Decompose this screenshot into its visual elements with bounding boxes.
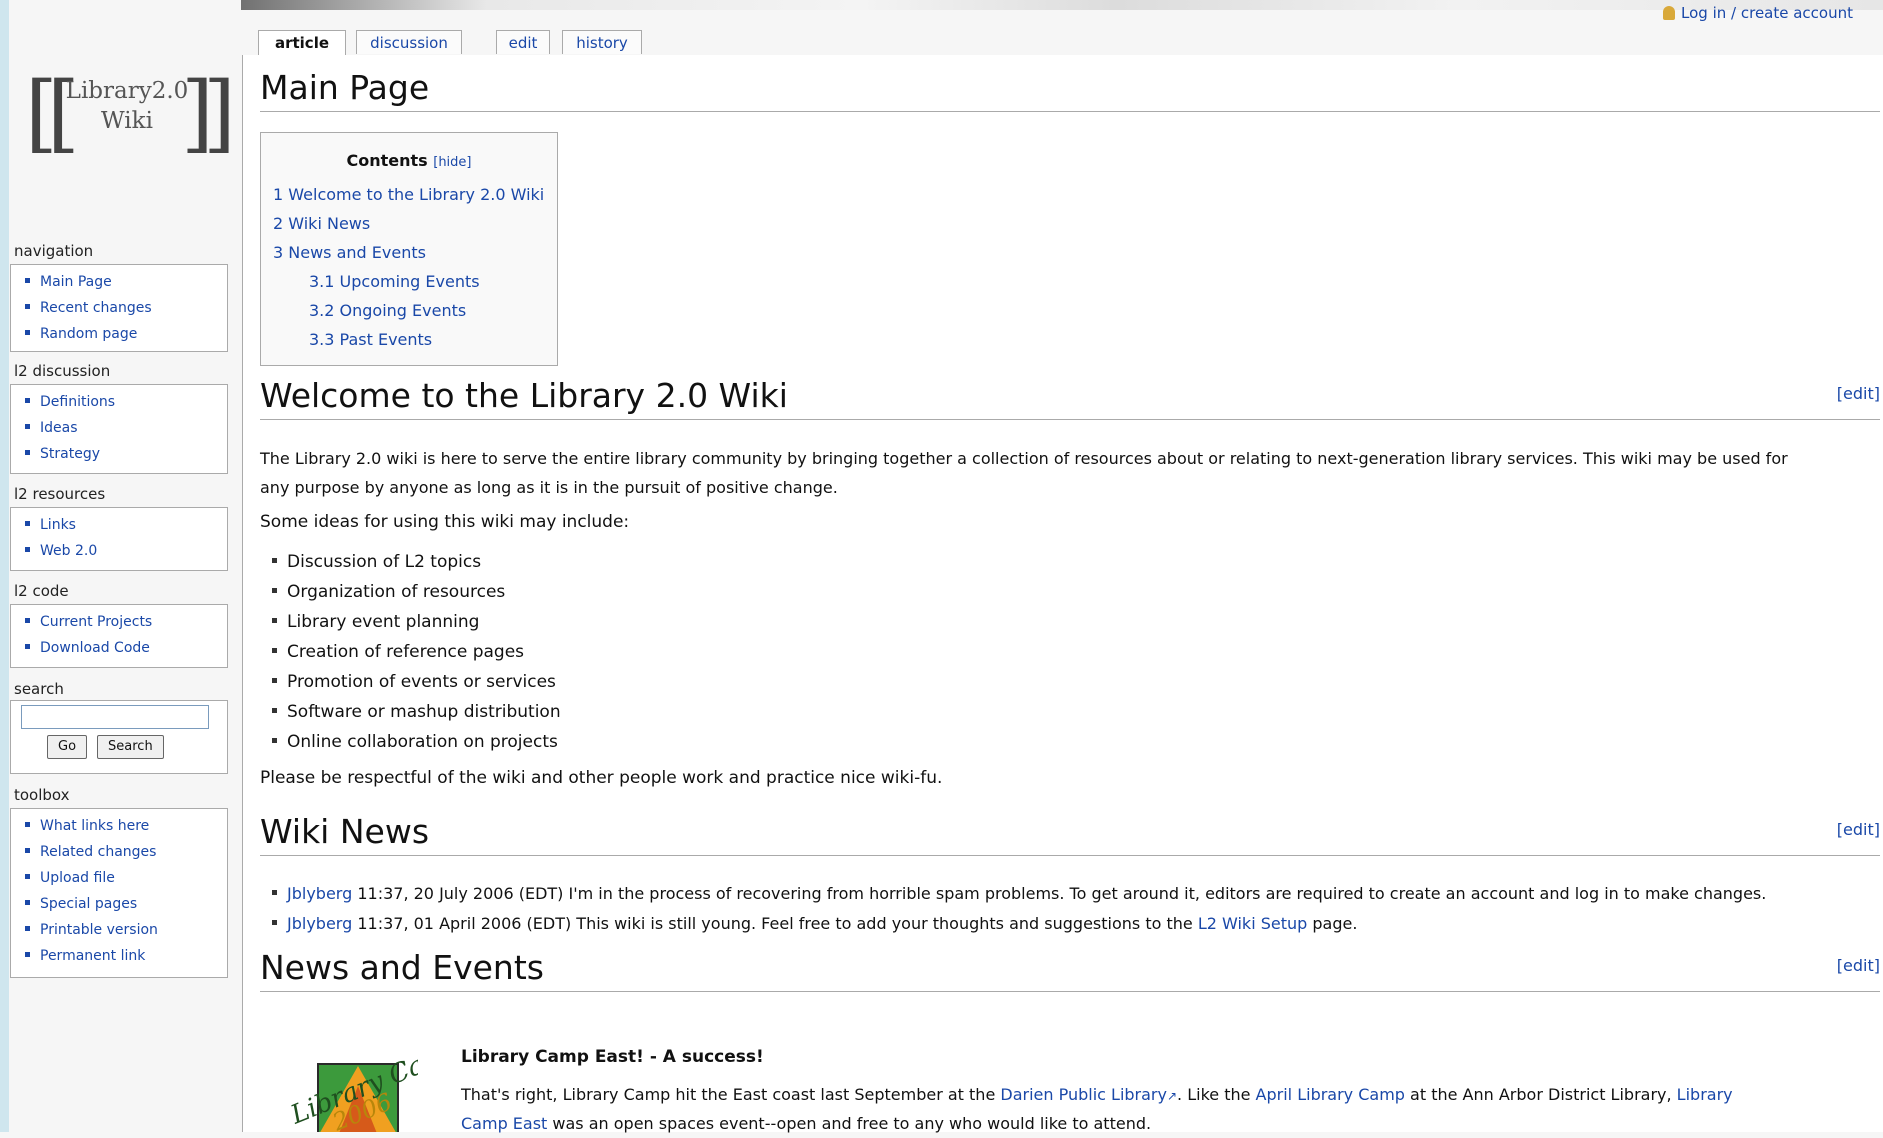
logo-line1: Library2.0: [66, 78, 189, 104]
portlet-title-navigation: navigation: [14, 242, 94, 260]
portlet-l2-resources: Links Web 2.0: [10, 507, 228, 571]
list-item: Promotion of events or services: [272, 667, 561, 697]
news-item: Jblyberg 11:37, 01 April 2006 (EDT) This…: [272, 909, 1872, 939]
edit-section-link[interactable]: [edit]: [1837, 956, 1880, 975]
camp-title: Library Camp East! - A success!: [461, 1047, 764, 1067]
list-item: Organization of resources: [272, 577, 561, 607]
toc-item[interactable]: 1 Welcome to the Library 2.0 Wiki: [273, 180, 545, 209]
list-item: Discussion of L2 topics: [272, 547, 561, 577]
sidebar-item-web-2-0[interactable]: Web 2.0: [25, 538, 227, 564]
heading-wiki-news: Wiki News [edit]: [260, 812, 1880, 856]
welcome-closing: Please be respectful of the wiki and oth…: [260, 768, 943, 788]
sidebar-item-download-code[interactable]: Download Code: [25, 635, 227, 661]
heading-news-events: News and Events [edit]: [260, 948, 1880, 992]
page-title: Main Page: [260, 68, 1880, 112]
toc-hide-link[interactable]: [hide]: [433, 155, 471, 170]
sidebar-item-related-changes[interactable]: Related changes: [25, 839, 227, 865]
sidebar-item-what-links-here[interactable]: What links here: [25, 813, 227, 839]
portlet-title-toolbox: toolbox: [14, 786, 70, 804]
search-button[interactable]: Search: [97, 735, 164, 759]
logo-line2: Wiki: [101, 108, 153, 134]
svg-text:]: ]: [203, 64, 233, 160]
tab-discussion[interactable]: discussion: [356, 30, 462, 54]
toc-item[interactable]: 3.3 Past Events: [273, 325, 545, 354]
sidebar-item-random-page[interactable]: Random page: [25, 321, 227, 347]
toc-item[interactable]: 3.2 Ongoing Events: [273, 296, 545, 325]
sidebar-item-main-page[interactable]: Main Page: [25, 269, 227, 295]
portlet-search: Go Search: [10, 700, 228, 774]
tab-article[interactable]: article: [258, 30, 346, 56]
portlet-title-search: search: [14, 680, 64, 698]
wiki-logo[interactable]: [ [ ] ] Library2.0 Wiki: [23, 60, 233, 160]
sidebar-item-upload-file[interactable]: Upload file: [25, 865, 227, 891]
go-button[interactable]: Go: [47, 735, 88, 759]
portlet-navigation: Main Page Recent changes Random page: [10, 264, 228, 352]
darien-library-link[interactable]: Darien Public Library: [1000, 1085, 1167, 1104]
user-link[interactable]: Jblyberg: [287, 884, 352, 903]
toc-title: Contents [hide]: [346, 151, 472, 170]
edit-section-link[interactable]: [edit]: [1837, 384, 1880, 403]
edit-section-link[interactable]: [edit]: [1837, 820, 1880, 839]
list-item: Creation of reference pages: [272, 637, 561, 667]
sidebar-item-permanent-link[interactable]: Permanent link: [25, 943, 227, 969]
sidebar-item-definitions[interactable]: Definitions: [25, 389, 227, 415]
list-item: Library event planning: [272, 607, 561, 637]
list-item: Software or mashup distribution: [272, 697, 561, 727]
left-edge-strip: [0, 0, 9, 1132]
external-link-icon: ↗: [1166, 1089, 1178, 1103]
portlet-title-l2-code: l2 code: [14, 582, 69, 600]
tab-edit[interactable]: edit: [496, 30, 550, 54]
portlet-l2-discussion: Definitions Ideas Strategy: [10, 384, 228, 474]
portlet-title-l2-resources: l2 resources: [14, 485, 106, 503]
april-library-camp-link[interactable]: April Library Camp: [1256, 1085, 1405, 1104]
sidebar-item-current-projects[interactable]: Current Projects: [25, 609, 227, 635]
user-link[interactable]: Jblyberg: [287, 914, 352, 933]
ideas-list: Discussion of L2 topics Organization of …: [272, 547, 561, 757]
welcome-intro: The Library 2.0 wiki is here to serve th…: [260, 449, 1788, 497]
user-icon: [1663, 6, 1676, 20]
library-camp-east-link[interactable]: Library: [1677, 1085, 1733, 1104]
portlet-toolbox: What links here Related changes Upload f…: [10, 808, 228, 978]
sidebar-item-special-pages[interactable]: Special pages: [25, 891, 227, 917]
heading-welcome: Welcome to the Library 2.0 Wiki [edit]: [260, 376, 1880, 420]
table-of-contents: Contents [hide] 1 Welcome to the Library…: [260, 132, 558, 366]
login-link[interactable]: Log in / create account: [1663, 4, 1853, 22]
search-input[interactable]: [21, 705, 209, 729]
toc-item[interactable]: 2 Wiki News: [273, 209, 545, 238]
tab-history[interactable]: history: [562, 30, 642, 54]
top-banner: [180, 0, 1883, 10]
l2-wiki-setup-link[interactable]: L2 Wiki Setup: [1198, 914, 1307, 933]
portlet-title-l2-discussion: l2 discussion: [14, 362, 111, 380]
toc-item[interactable]: 3.1 Upcoming Events: [273, 267, 545, 296]
library-camp-logo: Library Camp 2006: [286, 1036, 418, 1132]
sidebar-item-printable-version[interactable]: Printable version: [25, 917, 227, 943]
sidebar-item-recent-changes[interactable]: Recent changes: [25, 295, 227, 321]
library-camp-east-link-cont[interactable]: Camp East: [461, 1114, 547, 1133]
camp-text: That's right, Library Camp hit the East …: [461, 1085, 1733, 1133]
list-item: Online collaboration on projects: [272, 727, 561, 757]
news-item: Jblyberg 11:37, 20 July 2006 (EDT) I'm i…: [272, 879, 1872, 909]
portlet-l2-code: Current Projects Download Code: [10, 604, 228, 668]
login-link-label: Log in / create account: [1681, 4, 1853, 22]
ideas-intro: Some ideas for using this wiki may inclu…: [260, 512, 630, 532]
sidebar-item-links[interactable]: Links: [25, 512, 227, 538]
toc-item[interactable]: 3 News and Events: [273, 238, 545, 267]
sidebar-item-ideas[interactable]: Ideas: [25, 415, 227, 441]
sidebar-item-strategy[interactable]: Strategy: [25, 441, 227, 467]
news-list: Jblyberg 11:37, 20 July 2006 (EDT) I'm i…: [272, 879, 1872, 939]
